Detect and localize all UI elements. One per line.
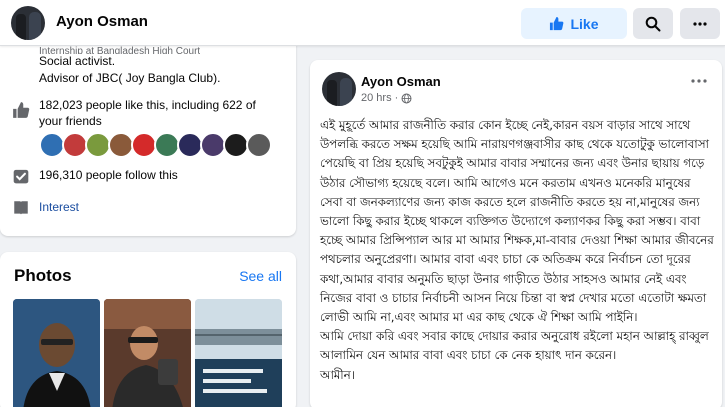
page-avatar[interactable]: [11, 6, 45, 40]
photo-thumbnail[interactable]: [195, 299, 282, 407]
search-icon: [645, 16, 661, 31]
search-button[interactable]: [633, 8, 673, 39]
book-icon: [14, 201, 28, 215]
intro-card: Internship at Bangladesh High Court Soci…: [0, 40, 296, 236]
photo-thumbnail[interactable]: [104, 299, 191, 407]
post-text: এই মুহূর্তে আমার রাজনীতি করার কোন ইচ্ছে …: [320, 116, 716, 385]
follow-check-icon: [13, 169, 29, 184]
friends-avatars[interactable]: [39, 132, 272, 158]
portrait-photo: [13, 299, 100, 407]
thumbs-up-icon: [550, 16, 564, 31]
more-horizontal-icon[interactable]: [688, 74, 710, 88]
post-paragraph: আমি দোয়া করি এবং সবার কাছে দোয়ার করার …: [320, 329, 709, 363]
separator-dot: ·: [394, 92, 399, 104]
interest-link[interactable]: Interest: [39, 200, 79, 214]
friend-avatar[interactable]: [246, 132, 272, 158]
post-paragraph: এই মুহূর্তে আমার রাজনীতি করার কোন ইচ্ছে …: [320, 118, 714, 325]
intro-line-social-activist: Social activist.: [39, 54, 116, 68]
bridge-photo: [195, 299, 282, 407]
like-button-label: Like: [570, 15, 599, 32]
post-timestamp[interactable]: 20 hrs: [361, 92, 392, 104]
portrait-photo: [104, 299, 191, 407]
photo-thumbnail[interactable]: [13, 299, 100, 407]
photos-card: Photos See all: [0, 252, 296, 407]
post-meta: 20 hrs ·: [361, 92, 412, 104]
post-author-avatar[interactable]: [322, 72, 356, 106]
photos-title: Photos: [14, 266, 72, 285]
intro-line-advisor: Advisor of JBC( Joy Bangla Club).: [39, 71, 221, 85]
page-followers-count: 196,310 people follow this: [39, 168, 178, 182]
post-author-name[interactable]: Ayon Osman: [361, 74, 441, 89]
more-options-button[interactable]: [680, 8, 720, 39]
post-paragraph: আমীন।: [320, 367, 355, 382]
page-name[interactable]: Ayon Osman: [56, 13, 148, 30]
globe-icon: [401, 93, 412, 103]
page-likes-count: 182,023 people like this, including 622 …: [39, 98, 256, 128]
page-header: Ayon Osman Like: [0, 0, 725, 46]
more-horizontal-icon: [693, 21, 707, 26]
thumbs-up-icon: [13, 102, 30, 118]
like-button[interactable]: Like: [521, 8, 627, 39]
see-all-photos-link[interactable]: See all: [239, 268, 282, 284]
post-card: Ayon Osman 20 hrs · এই মুহূর্তে আমার রাজ…: [310, 60, 722, 407]
